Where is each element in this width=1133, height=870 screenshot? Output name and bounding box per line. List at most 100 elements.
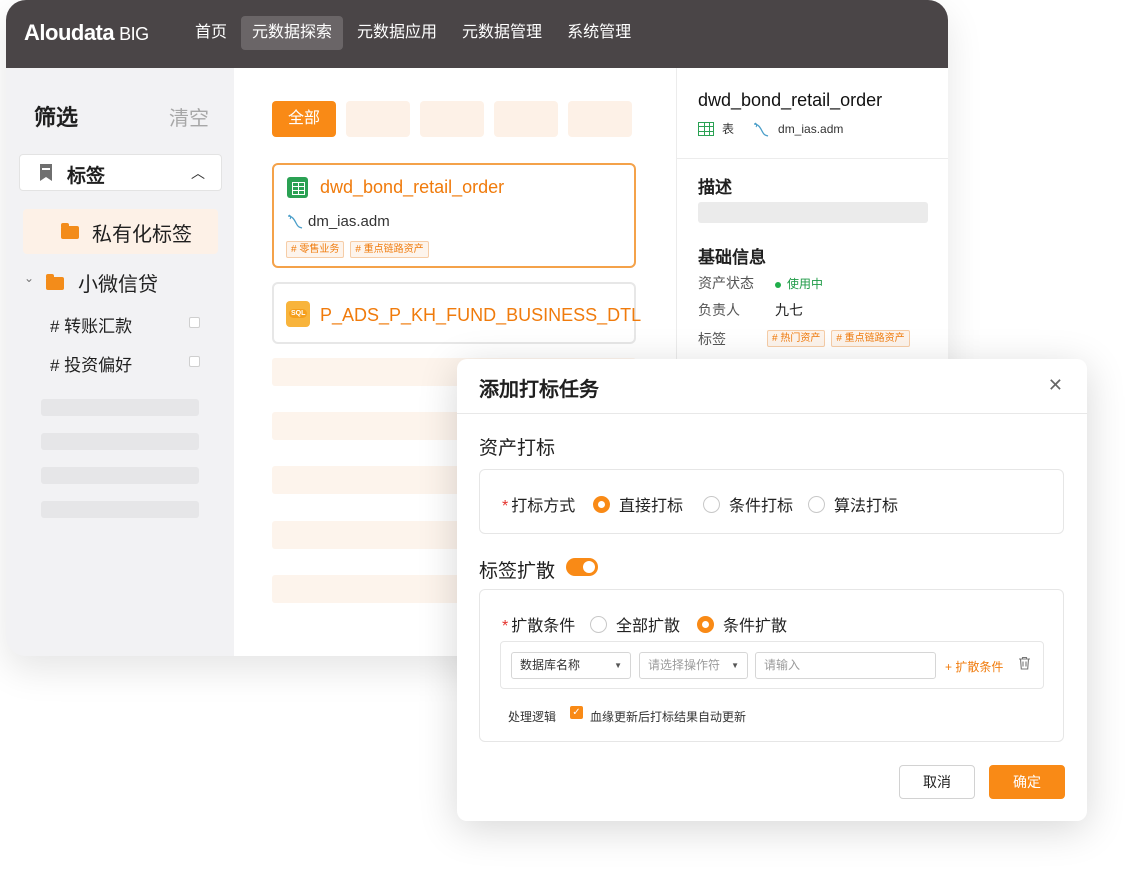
leaf-checkbox[interactable] (189, 356, 200, 367)
detail-tags: # 热门资产 # 重点链路资产 (767, 328, 916, 347)
leaf-label: # 投资偏好 (50, 356, 133, 375)
tag-section-label: 标签 (67, 166, 106, 187)
table-icon (287, 177, 308, 198)
main-nav: 首页 元数据探索 元数据应用 元数据管理 系统管理 (184, 16, 645, 50)
brand-name: Aloudata (24, 20, 115, 45)
owner-key: 负责人 (698, 302, 740, 318)
radio-algorithm[interactable]: 算法打标 (808, 492, 898, 516)
sidebar-leaf-transfer[interactable]: # 转账汇款 (50, 312, 210, 336)
nav-home[interactable]: 首页 (184, 16, 238, 50)
clear-filter-button[interactable]: 清空 (169, 102, 209, 131)
brand-logo[interactable]: Aloudata BIG (24, 20, 149, 46)
close-icon[interactable]: ✕ (1048, 375, 1063, 396)
private-tags-label: 私有化标签 (92, 224, 192, 246)
radio-label: 直接打标 (619, 498, 684, 515)
chip-placeholder[interactable] (568, 101, 632, 137)
caret-down-icon: ▼ (614, 661, 622, 670)
owner-value: 九七 (775, 302, 803, 318)
detail-db: dm_ias.adm (778, 121, 844, 136)
chevron-down-icon: ⌄ (24, 271, 35, 285)
asset-title: dwd_bond_retail_order (320, 177, 505, 197)
chevron-up-icon: ︿ (191, 165, 205, 181)
radio-label: 全部扩散 (616, 618, 681, 635)
desc-heading: 描述 (698, 178, 732, 197)
auto-update-checkbox[interactable]: ✓ (570, 706, 583, 719)
asset-card[interactable]: P_ADS_P_KH_FUND_BUSINESS_DTL (272, 282, 641, 344)
chip-placeholder[interactable] (346, 101, 410, 137)
folder-icon (46, 274, 64, 290)
radio-ring (703, 495, 720, 513)
required-mark: * (502, 498, 509, 515)
expand-label-text: 扩散条件 (511, 618, 576, 635)
expansion-panel: * 扩散条件 全部扩散 条件扩散 数据库名称 ▼ 请选择操作符 ▼ 请输入 + 扩散条… (479, 589, 1064, 742)
auto-update-label: 血缘更新后打标结果自动更新 (590, 710, 747, 724)
chip-all[interactable]: 全部 (272, 101, 336, 137)
required-mark: * (502, 618, 509, 635)
trash-icon[interactable] (1018, 656, 1031, 673)
divider (677, 158, 948, 159)
nav-metadata-explore[interactable]: 元数据探索 (241, 16, 344, 50)
asset-db: dm_ias.adm (308, 213, 390, 230)
nav-metadata-manage[interactable]: 元数据管理 (451, 16, 553, 50)
caret-down-icon: ▼ (731, 661, 739, 670)
operator-select[interactable]: 请选择操作符 ▼ (639, 652, 748, 679)
skeleton-line (41, 433, 199, 450)
tag-chip[interactable]: # 重点链路资产 (831, 330, 910, 347)
detail-title: dwd_bond_retail_order (698, 90, 883, 110)
tagging-method-panel: * 打标方式 直接打标 条件打标 算法打标 (479, 469, 1064, 534)
desc-skeleton (698, 202, 928, 223)
radio-expand-all[interactable]: 全部扩散 (590, 612, 680, 636)
tag-chip[interactable]: # 热门资产 (767, 330, 826, 347)
stage: Aloudata BIG 首页 元数据探索 元数据应用 元数据管理 系统管理 筛选… (0, 0, 1133, 870)
tag-chip[interactable]: # 零售业务 (286, 241, 345, 258)
radio-label: 条件打标 (729, 498, 794, 515)
radio-label: 算法打标 (834, 498, 899, 515)
tag-chip[interactable]: # 重点链路资产 (350, 241, 429, 258)
radio-expand-conditional[interactable]: 条件扩散 (697, 612, 787, 636)
field-select-value: 数据库名称 (520, 658, 581, 672)
brand-suffix: BIG (119, 24, 149, 44)
sidebar-item-private-tags[interactable]: 私有化标签 (23, 209, 218, 254)
radio-ring (808, 495, 825, 513)
chip-placeholder[interactable] (494, 101, 558, 137)
status-key: 资产状态 (698, 275, 754, 291)
expansion-toggle[interactable] (566, 558, 598, 576)
operator-placeholder: 请选择操作符 (648, 658, 721, 672)
folder-icon (61, 223, 79, 239)
expand-label: * 扩散条件 (502, 612, 575, 636)
tag-section-header[interactable]: 标签 ︿ (19, 154, 222, 191)
basic-heading: 基础信息 (698, 248, 766, 267)
value-placeholder: 请输入 (764, 658, 801, 672)
detail-type: 表 (722, 122, 735, 136)
skeleton-line (41, 501, 199, 518)
condition-row: 数据库名称 ▼ 请选择操作符 ▼ 请输入 + 扩散条件 (500, 641, 1044, 689)
detail-meta: 表 dm_ias.adm (698, 120, 843, 137)
chip-placeholder[interactable] (420, 101, 484, 137)
divider (457, 413, 1087, 414)
add-tagging-task-dialog: 添加打标任务 ✕ 资产打标 * 打标方式 直接打标 条件打标 算法打标 标签扩散 … (457, 359, 1087, 821)
cancel-button[interactable]: 取消 (899, 765, 975, 799)
sql-icon (286, 301, 310, 327)
tag-icon (40, 164, 52, 181)
sidebar-leaf-investment[interactable]: # 投资偏好 (50, 351, 210, 375)
nav-metadata-apps[interactable]: 元数据应用 (346, 16, 448, 50)
asset-tags: # 零售业务 # 重点链路资产 (286, 239, 435, 258)
radio-conditional[interactable]: 条件打标 (703, 492, 793, 516)
field-select[interactable]: 数据库名称 ▼ (511, 652, 631, 679)
group-label: 小微信贷 (78, 274, 158, 296)
status-badge: 使用中 (775, 275, 823, 292)
add-condition-button[interactable]: + 扩散条件 (945, 658, 1003, 675)
filter-sidebar: 筛选 清空 标签 ︿ 私有化标签 ⌄ 小微信贷 # 转账汇款 # 投资偏好 (6, 68, 234, 656)
nav-system-manage[interactable]: 系统管理 (556, 16, 642, 50)
sidebar-group-micro-credit[interactable]: ⌄ 小微信贷 (24, 268, 224, 298)
asset-title: P_ADS_P_KH_FUND_BUSINESS_DTL (320, 305, 642, 325)
confirm-button[interactable]: 确定 (989, 765, 1065, 799)
status-dot (775, 281, 781, 288)
tags-key: 标签 (698, 331, 726, 347)
radio-label: 条件扩散 (723, 618, 788, 635)
radio-direct[interactable]: 直接打标 (593, 492, 683, 516)
skeleton-line (41, 399, 199, 416)
asset-card-selected[interactable]: dwd_bond_retail_order dm_ias.adm # 零售业务 #… (272, 163, 636, 268)
leaf-checkbox[interactable] (189, 317, 200, 328)
value-input[interactable]: 请输入 (755, 652, 936, 679)
